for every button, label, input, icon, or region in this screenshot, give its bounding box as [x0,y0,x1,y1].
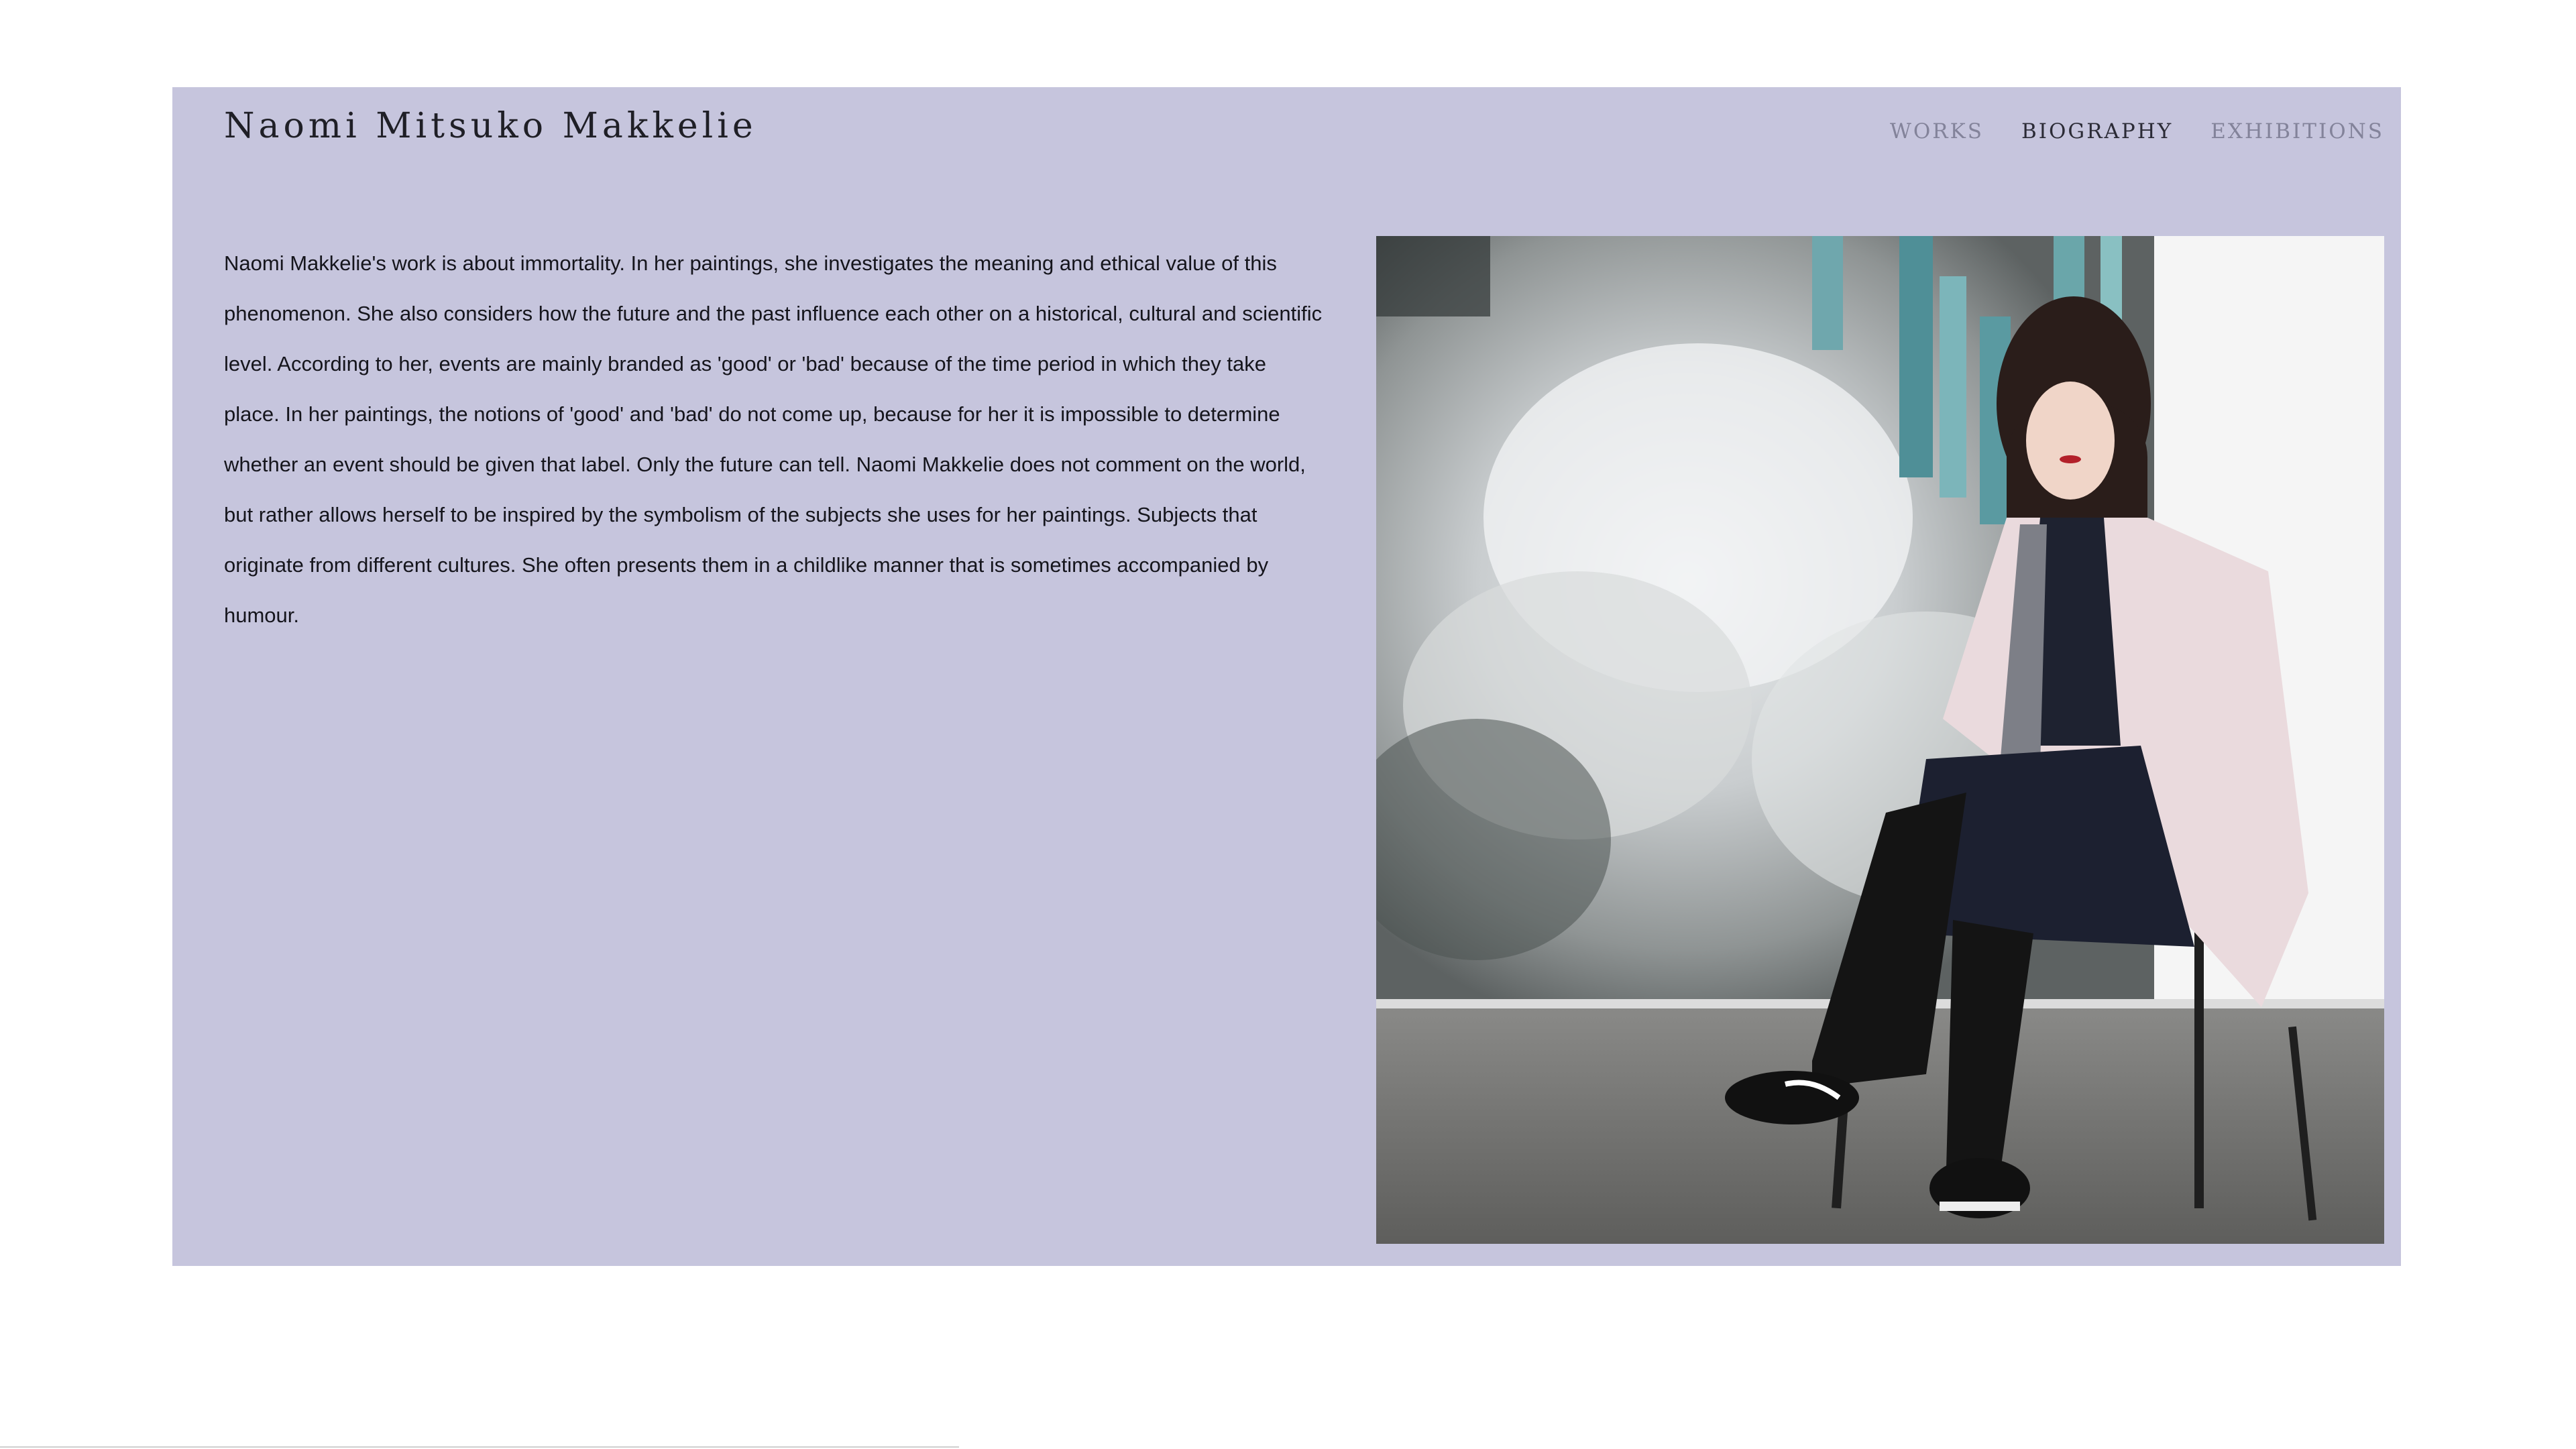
bottom-divider [0,1446,959,1448]
nav-exhibitions[interactable]: EXHIBITIONS [2210,119,2384,143]
portrait-illustration [1376,236,2384,1244]
main-nav: WORKS BIOGRAPHY EXHIBITIONS [1890,119,2384,143]
artist-portrait-photo [1376,236,2384,1244]
nav-biography[interactable]: BIOGRAPHY [2021,119,2173,143]
site-title[interactable]: Naomi Mitsuko Makkelie [224,106,757,146]
nav-works[interactable]: WORKS [1890,119,1984,143]
biography-text: Naomi Makkelie's work is about immortali… [224,251,1323,627]
content-panel: Naomi Mitsuko Makkelie WORKS BIOGRAPHY E… [172,87,2401,1266]
